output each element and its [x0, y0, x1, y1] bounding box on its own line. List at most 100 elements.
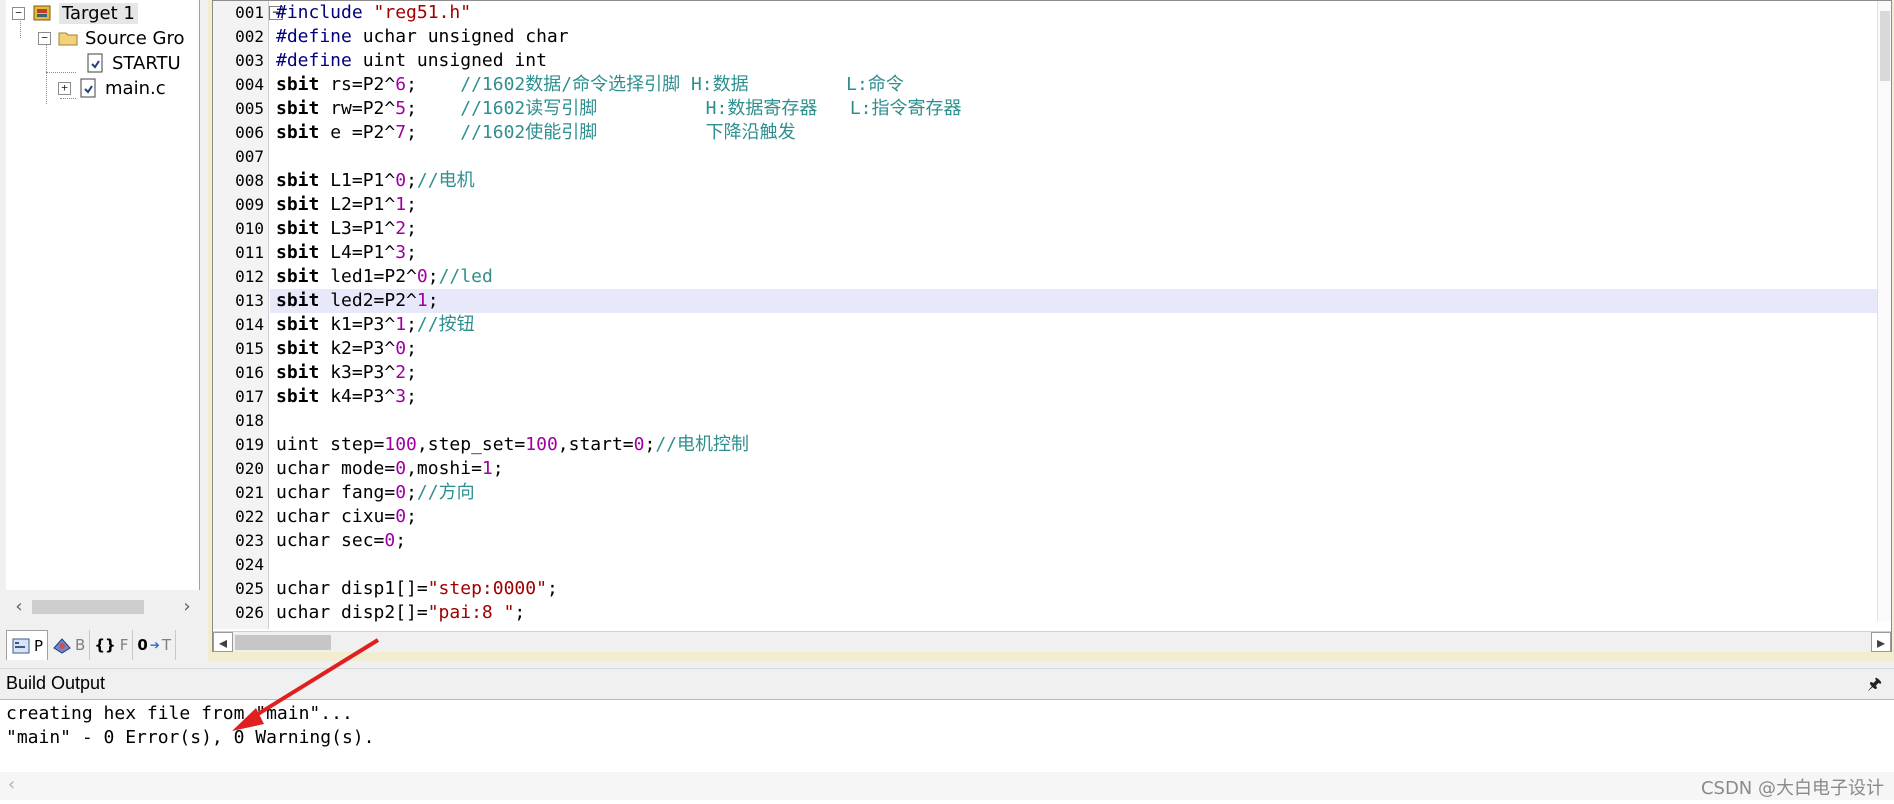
code-token: 1: [416, 290, 428, 311]
code-token: 0: [395, 482, 407, 503]
line-number: 017: [235, 387, 264, 406]
code-line[interactable]: uchar fang=0;//方向: [270, 481, 1890, 505]
code-line[interactable]: uchar disp2[]="pai:8 ";: [270, 601, 1890, 625]
code-line[interactable]: [270, 409, 1890, 433]
scroll-right-icon[interactable]: ›: [176, 596, 198, 618]
code-token: "reg51.h": [373, 2, 472, 23]
code-line[interactable]: sbit led2=P2^1;: [270, 289, 1890, 313]
code-token: 5: [395, 98, 407, 119]
collapse-icon[interactable]: −: [12, 6, 25, 20]
code-token: 100: [384, 434, 417, 455]
line-number: 014: [235, 315, 264, 334]
code-token: //方向: [416, 482, 475, 503]
code-token: 1: [481, 458, 493, 479]
code-token: ;: [406, 98, 461, 119]
code-token: ,start=: [557, 434, 634, 455]
code-token: 1: [395, 194, 407, 215]
code-token: k1=P3^: [319, 314, 396, 335]
editor-horizontal-scrollbar[interactable]: ◂ ▸: [213, 631, 1891, 652]
code-token: ;: [406, 362, 417, 383]
code-token: //电机: [416, 170, 475, 191]
output-horizontal-scrollbar[interactable]: ‹: [0, 772, 1894, 800]
code-token: 0: [395, 170, 407, 191]
tree-horizontal-scrollbar[interactable]: ‹ ›: [6, 596, 200, 618]
code-line[interactable]: uint step=100,step_set=100,start=0;//电机控…: [270, 433, 1890, 457]
arrow-icon: ➔: [149, 638, 160, 652]
code-token: L4=P1^: [319, 242, 396, 263]
scroll-left-icon[interactable]: ◂: [213, 632, 233, 652]
code-line[interactable]: sbit led1=P2^0;//led: [270, 265, 1890, 289]
code-area[interactable]: 001 #include "reg51.h" 002 #define uchar un…: [235, 1, 1890, 629]
code-line[interactable]: sbit rs=P2^6; //1602数据/命令选择引脚 H:数据 L:命令: [270, 73, 1890, 97]
watermark: CSDN @大白电子设计: [1700, 778, 1884, 799]
output-line: "main" - 0 Error(s), 0 Warning(s).: [6, 727, 375, 748]
tree-item-target[interactable]: − Target 1: [12, 0, 138, 26]
code-token: 7: [395, 122, 407, 143]
expand-icon[interactable]: +: [58, 81, 71, 95]
code-token: sbit: [276, 194, 320, 215]
code-line[interactable]: #define uchar unsigned char: [270, 25, 1890, 49]
line-number: 008: [235, 171, 264, 190]
code-line[interactable]: #include "reg51.h": [270, 1, 1890, 25]
code-line[interactable]: sbit L4=P1^3;: [270, 241, 1890, 265]
code-line[interactable]: sbit k4=P3^3;: [270, 385, 1890, 409]
code-line[interactable]: sbit L2=P1^1;: [270, 193, 1890, 217]
tab-label: B: [75, 636, 86, 654]
tree-item-startup[interactable]: STARTU: [78, 50, 181, 76]
line-number: 022: [235, 507, 264, 526]
project-tab-icon: [12, 638, 30, 653]
code-token: e =P2^: [319, 122, 396, 143]
tree-item-source-group[interactable]: − Source Gro: [38, 25, 185, 51]
code-line[interactable]: sbit k3=P3^2;: [270, 361, 1890, 385]
code-editor[interactable]: − 001 #include "reg51.h" 002 #define uchar …: [212, 0, 1892, 652]
code-token: ;: [492, 458, 504, 479]
code-line[interactable]: uchar mode=0,moshi=1;: [270, 457, 1890, 481]
tree-item-label: STARTU: [112, 52, 181, 74]
tab-books[interactable]: B: [48, 630, 91, 660]
code-token: ;: [406, 218, 417, 239]
functions-tab-icon: {}: [94, 636, 116, 654]
code-token: //电机控制: [655, 434, 750, 455]
code-token: 0: [416, 266, 428, 287]
code-token: 1: [395, 314, 407, 335]
pin-icon[interactable]: 🖈: [1867, 673, 1882, 700]
scrollbar-thumb[interactable]: [32, 600, 144, 614]
code-token: 6: [395, 74, 407, 95]
code-line[interactable]: sbit k2=P3^0;: [270, 337, 1890, 361]
code-line[interactable]: sbit k1=P3^1;//按钮: [270, 313, 1890, 337]
code-token: 2: [395, 218, 407, 239]
code-line[interactable]: uchar cixu=0;: [270, 505, 1890, 529]
tab-project[interactable]: P: [6, 630, 49, 660]
code-token: 3: [395, 242, 407, 263]
code-line[interactable]: #define uint unsigned int: [270, 49, 1890, 73]
code-line[interactable]: uchar sec=0;: [270, 529, 1890, 553]
code-line[interactable]: [270, 145, 1890, 169]
line-number: 018: [235, 411, 264, 430]
scroll-left-icon[interactable]: ‹: [8, 774, 15, 795]
collapse-icon[interactable]: −: [38, 31, 51, 45]
code-token: ;: [406, 386, 417, 407]
code-token: //1602读写引脚 H:数据寄存器 L:指令寄存器: [460, 98, 962, 119]
tree-item-main-c[interactable]: + main.c: [58, 75, 166, 101]
tab-templates[interactable]: 0 ➔ T: [133, 630, 177, 660]
line-number: 013: [235, 291, 264, 310]
scrollbar-thumb[interactable]: [1880, 11, 1890, 81]
code-token: uint step=: [276, 434, 385, 455]
line-number: 015: [235, 339, 264, 358]
tab-functions[interactable]: {} F: [90, 630, 134, 660]
scrollbar-thumb[interactable]: [235, 635, 331, 650]
code-line[interactable]: sbit L1=P1^0;//电机: [270, 169, 1890, 193]
code-line[interactable]: [270, 553, 1890, 577]
code-token: ,step_set=: [416, 434, 526, 455]
code-line[interactable]: uchar disp1[]="step:0000";: [270, 577, 1890, 601]
editor-vertical-scrollbar[interactable]: [1877, 1, 1891, 621]
scroll-right-icon[interactable]: ▸: [1871, 632, 1891, 652]
code-token: //1602使能引脚 下降沿触发: [460, 122, 796, 143]
code-line[interactable]: sbit L3=P1^2;: [270, 217, 1890, 241]
code-token: #define: [276, 50, 363, 71]
code-line[interactable]: sbit e =P2^7; //1602使能引脚 下降沿触发: [270, 121, 1890, 145]
code-line[interactable]: sbit rw=P2^5; //1602读写引脚 H:数据寄存器 L:指令寄存器: [270, 97, 1890, 121]
code-token: ;: [644, 434, 656, 455]
scroll-left-icon[interactable]: ‹: [8, 596, 30, 618]
code-token: ;: [514, 602, 526, 623]
